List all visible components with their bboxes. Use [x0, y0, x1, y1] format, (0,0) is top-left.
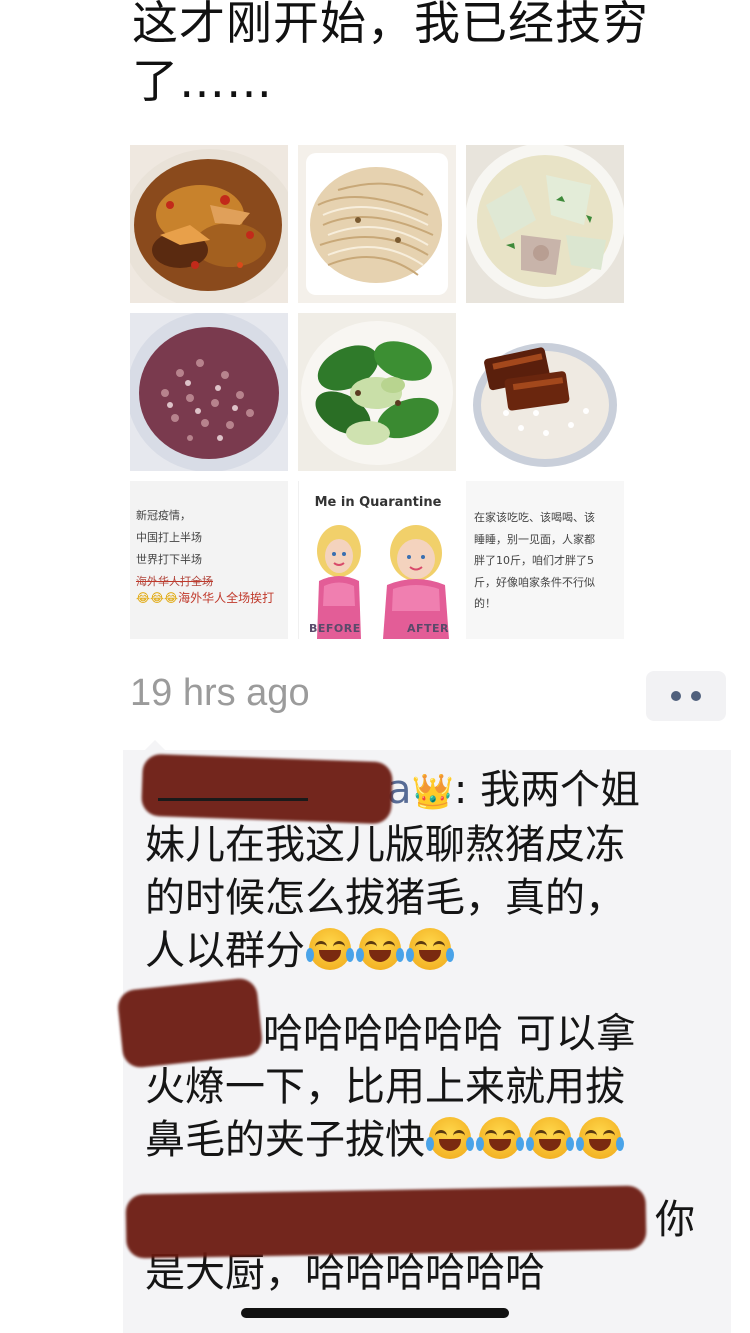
post-text-line-2: 了……: [132, 54, 273, 108]
crown-icon: 👑: [411, 772, 454, 812]
photo-eel-rice[interactable]: [466, 313, 624, 471]
laugh-cry-emoji-icon: [526, 1117, 574, 1159]
photo-grid: 新冠疫情， 中国打上半场 世界打下半场 海外华人打全场 😂😂😂海外华人全场挨打 …: [130, 145, 624, 639]
comment-1-line-2: 妹儿在我这儿版聊熬猪皮冻: [145, 822, 625, 868]
post-time: 19 hrs ago: [130, 672, 310, 714]
meme-line-1: 新冠疫情，: [136, 509, 191, 522]
soup-image: [466, 145, 624, 303]
more-dot-icon: [691, 691, 701, 701]
home-indicator[interactable]: [241, 1308, 509, 1318]
meme-emoji: 😂😂😂: [136, 591, 179, 605]
comment-3-text-l1: 你: [655, 1197, 695, 1243]
laugh-cry-emoji-icon: [476, 1117, 524, 1159]
laugh-cry-emoji-icon: [356, 928, 404, 970]
bok-choy-image: [298, 313, 456, 471]
spicy-fish-image: [130, 145, 288, 303]
redaction-underline: [158, 798, 308, 801]
laugh-cry-emoji-icon: [406, 928, 454, 970]
redacted-name-2: [116, 976, 264, 1070]
barbie-illustration: [317, 525, 449, 639]
more-actions-button[interactable]: [646, 671, 726, 721]
comment-1-text-l1: : 我两个姐: [453, 767, 641, 813]
meme-text-tile[interactable]: 新冠疫情， 中国打上半场 世界打下半场 海外华人打全场 😂😂😂海外华人全场挨打: [130, 481, 288, 639]
comment-2-line-2: 火燎一下，比用上来就用拔: [145, 1064, 625, 1110]
after-label: AFTER: [407, 622, 450, 635]
meme-line-3: 世界打下半场: [136, 553, 202, 566]
eel-rice-image: [466, 313, 624, 471]
photo-bok-choy[interactable]: [298, 313, 456, 471]
meme-red-text: 海外华人全场挨打: [178, 591, 275, 605]
comment-2-text-l1: 哈哈哈哈哈哈 可以拿: [263, 1011, 636, 1057]
redacted-name-3: [125, 1185, 647, 1259]
before-label: BEFORE: [309, 622, 361, 635]
laugh-cry-emoji-icon: [426, 1117, 474, 1159]
laugh-cry-emoji-icon: [306, 928, 354, 970]
photo-purple-rice[interactable]: [130, 313, 288, 471]
comment-2-line-3: 鼻毛的夹子拔快: [145, 1114, 720, 1167]
comment-1-line-3: 的时候怎么拔猪毛，真的，: [145, 875, 625, 921]
comment-1-text-l4: 人以群分: [145, 928, 305, 974]
meme-red-row: 😂😂😂海外华人全场挨打: [136, 587, 274, 609]
purple-rice-image: [130, 313, 288, 471]
shredded-tofu-image: [298, 145, 456, 303]
meme-text-lines: 新冠疫情， 中国打上半场 世界打下半场 海外华人打全场: [136, 505, 213, 593]
quarantine-meme-tile[interactable]: Me in Quarantine BEFORE AFTER: [298, 481, 456, 639]
photo-spicy-fish[interactable]: [130, 145, 288, 303]
note-text-tile[interactable]: 在家该吃吃、该喝喝、该 睡睡，别一见面，人家都 胖了10斤，咱们才胖了5 斤，好…: [466, 481, 624, 639]
redacted-name-1: [140, 753, 394, 825]
photo-shredded-tofu[interactable]: [298, 145, 456, 303]
post-text: 这才刚开始，我已经技穷 了……: [132, 0, 732, 110]
more-dot-icon: [671, 691, 681, 701]
note-text: 在家该吃吃、该喝喝、该 睡睡，别一见面，人家都 胖了10斤，咱们才胖了5 斤，好…: [474, 511, 595, 610]
post-text-line-1: 这才刚开始，我已经技穷: [132, 0, 649, 50]
laugh-cry-emoji-icon: [576, 1117, 624, 1159]
photo-soup[interactable]: [466, 145, 624, 303]
comment-1-line-4: 人以群分: [145, 925, 720, 978]
moments-screen: { "post": { "text_line1": "这才刚开始，我已经技穷",…: [0, 0, 750, 1333]
meme-line-2: 中国打上半场: [136, 531, 202, 544]
comment-2-text-l3: 鼻毛的夹子拔快: [145, 1117, 425, 1163]
